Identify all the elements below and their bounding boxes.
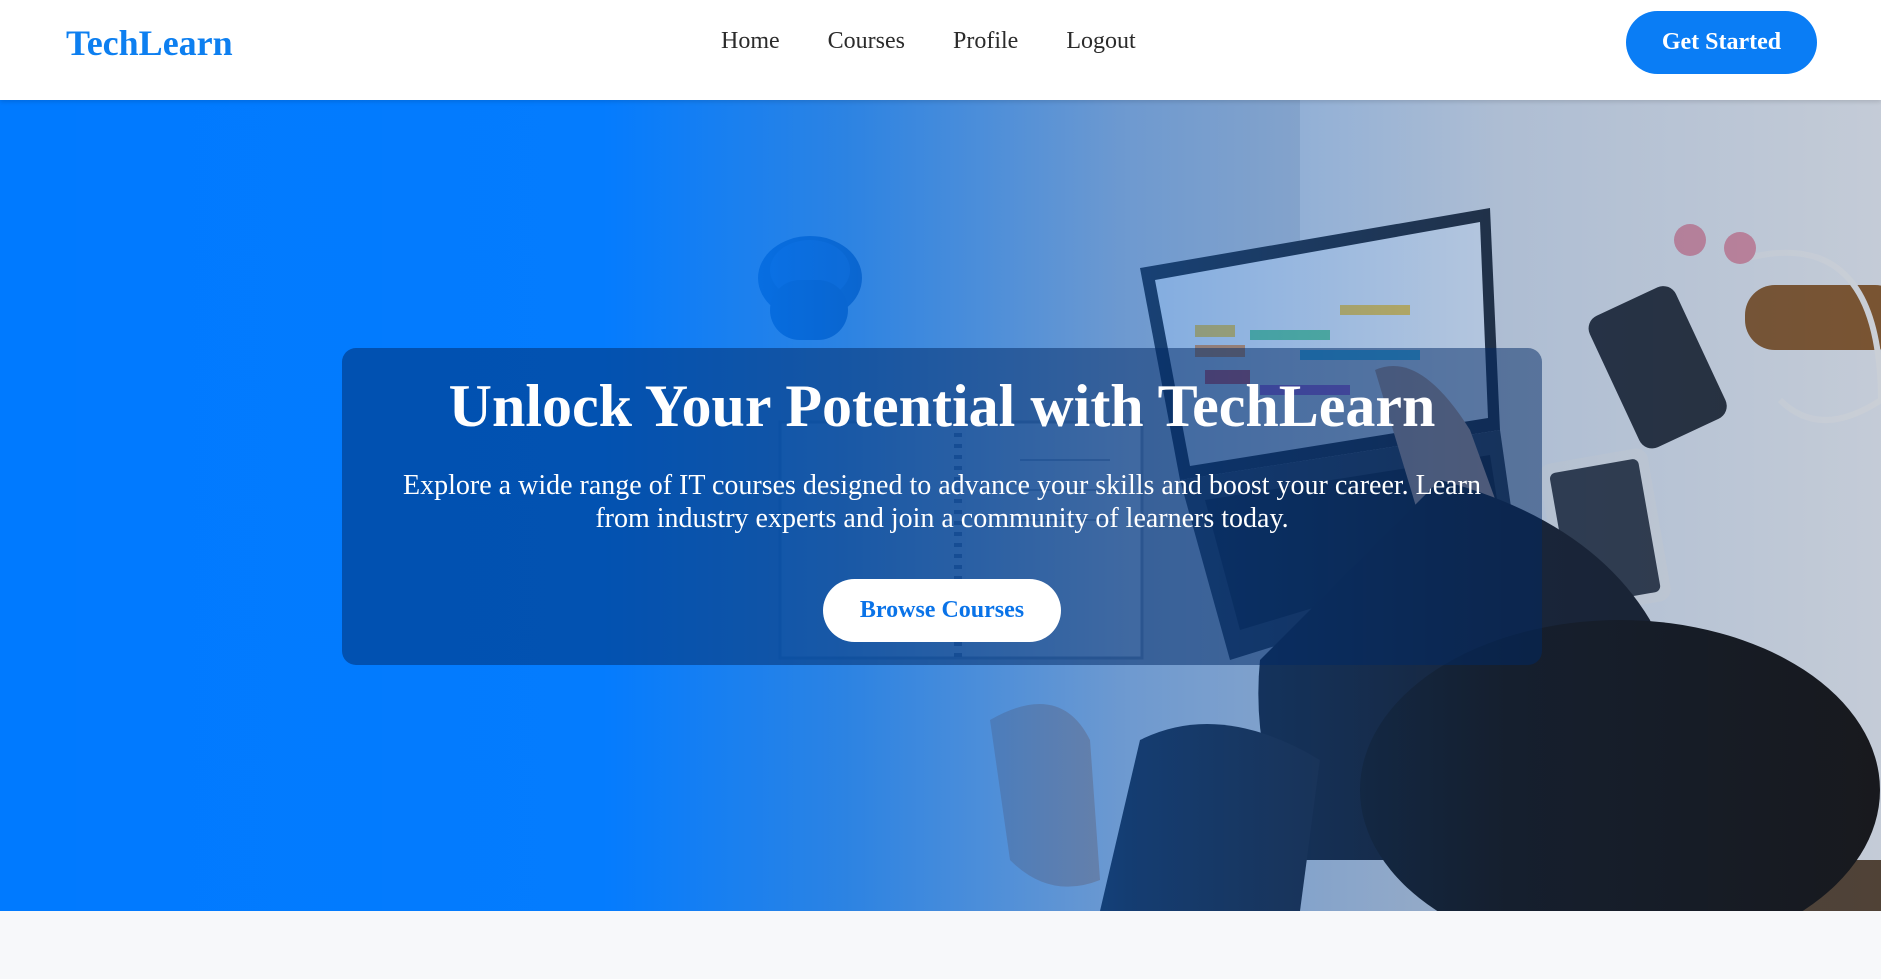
nav-link-profile[interactable]: Profile — [953, 28, 1018, 55]
nav-link-courses[interactable]: Courses — [828, 28, 905, 55]
top-navbar: TechLearn Home Courses Profile Logout Ge… — [0, 0, 1881, 100]
nav-link-logout[interactable]: Logout — [1066, 28, 1135, 55]
get-started-button[interactable]: Get Started — [1626, 11, 1817, 74]
hero-section: Unlock Your Potential with TechLearn Exp… — [0, 100, 1881, 911]
hero-card: Unlock Your Potential with TechLearn Exp… — [342, 348, 1542, 665]
main-nav: Home Courses Profile Logout — [721, 28, 1136, 55]
hero-title: Unlock Your Potential with TechLearn — [448, 373, 1436, 439]
brand-logo[interactable]: TechLearn — [66, 22, 233, 64]
hero-subtitle: Explore a wide range of IT courses desig… — [403, 470, 1481, 534]
browse-courses-button[interactable]: Browse Courses — [823, 579, 1061, 642]
content-section-start — [0, 911, 1881, 979]
nav-link-home[interactable]: Home — [721, 28, 780, 55]
